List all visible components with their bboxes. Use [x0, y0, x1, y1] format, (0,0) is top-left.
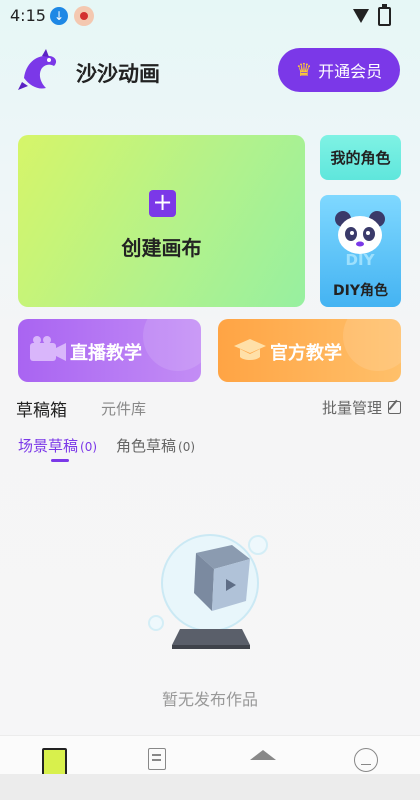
tab-component-library[interactable]: 元件库	[101, 398, 146, 419]
document-icon[interactable]	[148, 748, 166, 770]
live-teaching-card[interactable]: 直播教学	[18, 319, 201, 382]
system-gesture-bar	[0, 774, 420, 800]
tab-drafts[interactable]: 草稿箱	[16, 396, 67, 421]
svg-text:DIY: DIY	[346, 251, 376, 267]
graduation-cap-icon	[234, 339, 266, 360]
live-teaching-label: 直播教学	[70, 343, 142, 364]
official-teaching-label: 官方教学	[270, 343, 342, 364]
download-icon: ↓	[50, 7, 68, 25]
active-tab-indicator	[51, 459, 69, 462]
scene-drafts-label: 场景草稿	[18, 437, 79, 455]
app-title: 沙沙动画	[76, 62, 160, 86]
create-canvas-card[interactable]: + 创建画布	[18, 135, 305, 307]
my-role-card[interactable]: 我的角色	[320, 135, 401, 180]
official-teaching-card[interactable]: 官方教学	[218, 319, 401, 382]
tab-role-drafts[interactable]: 角色草稿 (0)	[116, 435, 195, 456]
decorative-circle	[343, 319, 401, 371]
status-time: 4:15	[10, 6, 46, 25]
notification-app-icon	[74, 6, 94, 26]
decorative-circle	[143, 319, 201, 371]
diy-role-label: DIY角色	[333, 283, 388, 299]
bottom-navigation	[0, 735, 420, 778]
batch-manage-button[interactable]: 批量管理	[322, 397, 401, 418]
video-camera-icon	[30, 336, 66, 361]
role-drafts-label: 角色草稿	[116, 437, 177, 455]
scene-drafts-count: (0)	[80, 440, 98, 454]
wifi-icon	[353, 9, 369, 23]
empty-state-message: 暂无发布作品	[161, 690, 258, 709]
edit-icon	[388, 401, 401, 414]
diy-role-card[interactable]: DIY DIY角色	[320, 195, 401, 307]
my-role-label: 我的角色	[330, 149, 391, 167]
vip-button-label: 开通会员	[318, 62, 383, 81]
profile-icon[interactable]	[354, 748, 378, 772]
dolphin-logo-icon	[18, 49, 57, 90]
panda-diy-icon: DIY	[335, 211, 385, 267]
app-header: 沙沙动画 ♛ 开通会员	[0, 42, 420, 102]
battery-icon	[378, 4, 391, 26]
role-drafts-count: (0)	[178, 440, 196, 454]
draft-subtabs: 场景草稿 (0) 角色草稿 (0)	[0, 432, 420, 466]
open-vip-button[interactable]: ♛ 开通会员	[278, 48, 400, 92]
plus-icon: +	[149, 190, 176, 217]
graduation-cap-icon[interactable]	[250, 750, 276, 760]
crown-icon: ♛	[295, 59, 313, 81]
create-canvas-label: 创建画布	[121, 236, 202, 260]
tab-scene-drafts[interactable]: 场景草稿 (0)	[18, 435, 97, 456]
status-bar: 4:15 ↓	[0, 0, 420, 32]
main-tabs: 草稿箱 元件库 批量管理	[0, 392, 420, 422]
batch-manage-label: 批量管理	[321, 399, 382, 417]
empty-box-illustration	[148, 534, 268, 649]
